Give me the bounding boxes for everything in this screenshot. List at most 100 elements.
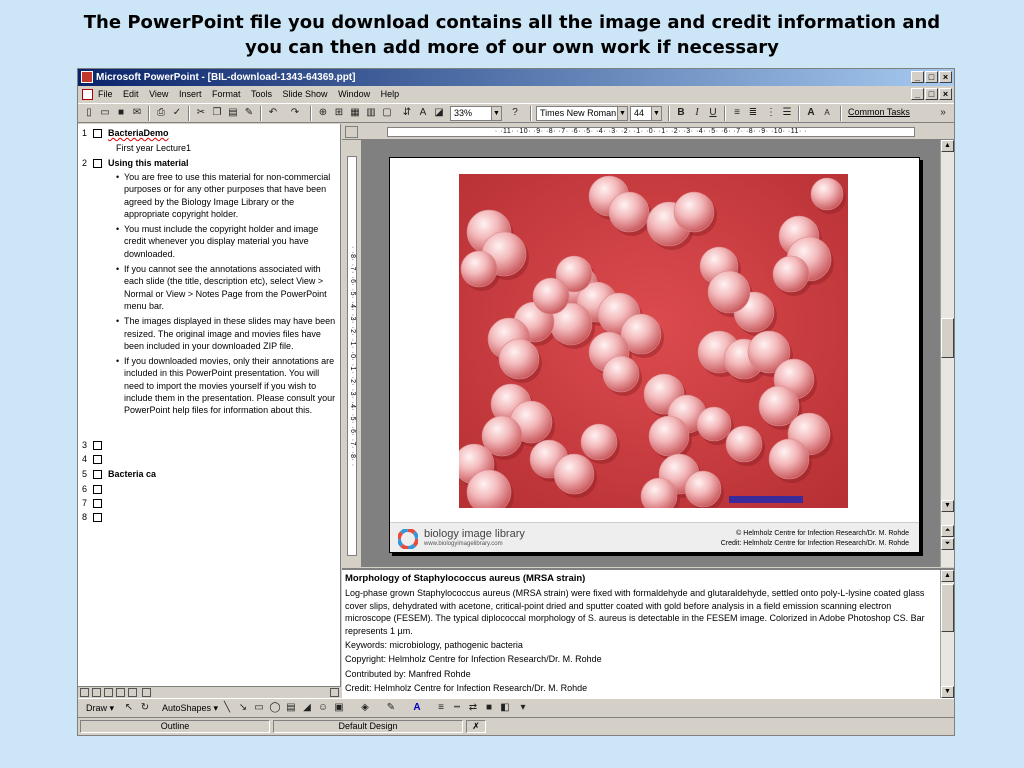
slide-icon[interactable] xyxy=(92,470,102,480)
hyperlink-icon[interactable]: ⊕ xyxy=(316,106,330,120)
outline-slide-7[interactable]: 7 xyxy=(82,497,106,509)
redo-icon[interactable]: ↷ xyxy=(288,106,302,120)
menu-tools[interactable]: Tools xyxy=(251,86,272,103)
copy-icon[interactable]: ❐ xyxy=(210,106,224,120)
next-slide-icon[interactable]: ⏷ xyxy=(941,538,954,550)
notes-title[interactable]: Morphology of Staphylococcus aureus (MRS… xyxy=(345,573,939,585)
outline-subtitle[interactable]: First year Lecture1 xyxy=(116,142,191,154)
slide-icon[interactable] xyxy=(92,499,102,509)
bullets-icon[interactable]: ☰ xyxy=(780,106,794,120)
align-left-icon[interactable]: ≡ xyxy=(730,106,744,120)
outline-slide-4[interactable]: 4 xyxy=(82,453,106,465)
micrograph-image[interactable] xyxy=(459,174,848,508)
line-color-icon[interactable]: ✎ xyxy=(384,701,398,715)
cut-icon[interactable]: ✂ xyxy=(194,106,208,120)
new-slide-icon[interactable]: ▢ xyxy=(380,106,394,120)
print-icon[interactable]: ⎙ xyxy=(154,106,168,120)
slide-canvas[interactable]: biology image library www.biologyimageli… xyxy=(389,157,920,553)
chevron-down-icon[interactable]: ▼ xyxy=(617,107,627,120)
menu-insert[interactable]: Insert xyxy=(179,86,202,103)
slide-icon[interactable] xyxy=(92,129,102,139)
notes-description[interactable]: Log-phase grown Staphylococcus aureus (M… xyxy=(345,587,939,637)
insert-picture-icon[interactable]: ▣ xyxy=(332,701,346,715)
scroll-up-icon[interactable]: ▲ xyxy=(941,570,954,582)
vertical-ruler[interactable]: · ·8· ·7· ·6· ·5· ·4· ·3· ·2· ·1· ·0· ·1… xyxy=(342,140,362,567)
list-item[interactable]: If you downloaded movies, only their ann… xyxy=(116,355,338,416)
email-icon[interactable]: ✉ xyxy=(130,106,144,120)
expand-all-icon[interactable]: ⇵ xyxy=(400,106,414,120)
align-center-icon[interactable]: ≣ xyxy=(746,106,760,120)
oval-icon[interactable]: ◯ xyxy=(268,701,282,715)
italic-button[interactable]: I xyxy=(690,106,704,120)
draw-menu-button[interactable]: Draw ▾ xyxy=(86,703,114,714)
doc-restore-button[interactable]: □ xyxy=(925,88,938,100)
numbering-icon[interactable]: ⋮ xyxy=(764,106,778,120)
slide-sorter-icon[interactable] xyxy=(116,688,125,697)
scroll-up-icon[interactable]: ▲ xyxy=(941,140,954,152)
close-button[interactable]: × xyxy=(939,71,952,83)
more-buttons-icon[interactable]: ▾ xyxy=(516,701,530,715)
slide-pane[interactable]: · ·11· ·10· ·9· ·8· ·7· ·6· ·5· ·4· ·3· … xyxy=(342,124,954,567)
shadow-icon[interactable]: ■ xyxy=(482,701,496,715)
tables-icon[interactable]: ⊞ xyxy=(332,106,346,120)
spelling-icon[interactable]: ✓ xyxy=(170,106,184,120)
menu-help[interactable]: Help xyxy=(381,86,400,103)
free-rotate-icon[interactable]: ↻ xyxy=(138,701,152,715)
zoom-combo[interactable]: 33% ▼ xyxy=(450,106,502,121)
notes-copyright[interactable]: Copyright: Helmholz Centre for Infection… xyxy=(345,653,939,665)
notes-scrollbar[interactable]: ▲ ▼ xyxy=(940,570,954,698)
decrease-font-icon[interactable]: A xyxy=(820,106,834,120)
maximize-button[interactable]: □ xyxy=(925,71,938,83)
slide-icon[interactable] xyxy=(92,485,102,495)
outline-view-icon[interactable] xyxy=(92,688,101,697)
autoshapes-menu-button[interactable]: AutoShapes ▾ xyxy=(162,703,218,714)
doc-close-button[interactable]: × xyxy=(939,88,952,100)
fill-color-icon[interactable]: ◈ xyxy=(358,701,372,715)
font-size-combo[interactable]: 44 ▼ xyxy=(630,106,662,121)
slide-icon[interactable] xyxy=(92,441,102,451)
slide-show-icon[interactable] xyxy=(128,688,137,697)
wordart-icon[interactable]: ◢ xyxy=(300,701,314,715)
menu-edit[interactable]: Edit xyxy=(123,86,139,103)
format-painter-icon[interactable]: ✎ xyxy=(242,106,256,120)
scrollbar-thumb[interactable] xyxy=(941,318,954,358)
increase-font-icon[interactable]: A xyxy=(804,106,818,120)
outline-slide-1[interactable]: 1 BacteriaDemo xyxy=(82,127,169,139)
slide-title[interactable]: Bacteria ca xyxy=(108,469,156,479)
minimize-button[interactable]: _ xyxy=(911,71,924,83)
outline-slide-6[interactable]: 6 xyxy=(82,483,106,495)
underline-button[interactable]: U xyxy=(706,106,720,120)
line-style-icon[interactable]: ≡ xyxy=(434,701,448,715)
paste-icon[interactable]: ▤ xyxy=(226,106,240,120)
chevron-down-icon[interactable]: ▼ xyxy=(651,107,661,120)
notes-contributed[interactable]: Contributed by: Manfred Rohde xyxy=(345,668,939,680)
more-buttons-icon[interactable]: » xyxy=(936,106,950,120)
menu-window[interactable]: Window xyxy=(338,86,370,103)
notes-keywords[interactable]: Keywords: microbiology, pathogenic bacte… xyxy=(345,639,939,651)
bold-button[interactable]: B xyxy=(674,106,688,120)
scroll-right-icon[interactable] xyxy=(330,688,339,697)
text-box-icon[interactable]: ▤ xyxy=(284,701,298,715)
common-tasks-button[interactable]: Common Tasks xyxy=(848,107,910,117)
document-icon[interactable] xyxy=(82,89,93,100)
3d-icon[interactable]: ◧ xyxy=(498,701,512,715)
font-color-icon[interactable]: A xyxy=(410,701,424,715)
horizontal-ruler[interactable]: · ·11· ·10· ·9· ·8· ·7· ·6· ·5· ·4· ·3· … xyxy=(342,124,954,140)
outline-slide-2[interactable]: 2 Using this material xyxy=(82,157,189,169)
slide-scrollbar[interactable]: ▲ ▼ ⏶ ⏷ xyxy=(940,140,954,567)
select-objects-icon[interactable]: ↖ xyxy=(122,701,136,715)
menu-slide-show[interactable]: Slide Show xyxy=(283,86,328,103)
show-formatting-icon[interactable]: A xyxy=(416,106,430,120)
menu-format[interactable]: Format xyxy=(212,86,241,103)
clip-art-icon[interactable]: ☺ xyxy=(316,701,330,715)
rectangle-icon[interactable]: ▭ xyxy=(252,701,266,715)
outline-slide-8[interactable]: 8 xyxy=(82,511,106,523)
font-name-combo[interactable]: Times New Roman ▼ xyxy=(536,106,628,121)
menu-view[interactable]: View xyxy=(149,86,168,103)
scrollbar-thumb[interactable] xyxy=(941,584,954,632)
save-icon[interactable]: ■ xyxy=(114,106,128,120)
list-item[interactable]: You must include the copyright holder an… xyxy=(116,223,338,260)
list-item[interactable]: The images displayed in these slides may… xyxy=(116,315,338,352)
list-item[interactable]: You are free to use this material for no… xyxy=(116,171,338,220)
new-icon[interactable]: ▯ xyxy=(82,106,96,120)
